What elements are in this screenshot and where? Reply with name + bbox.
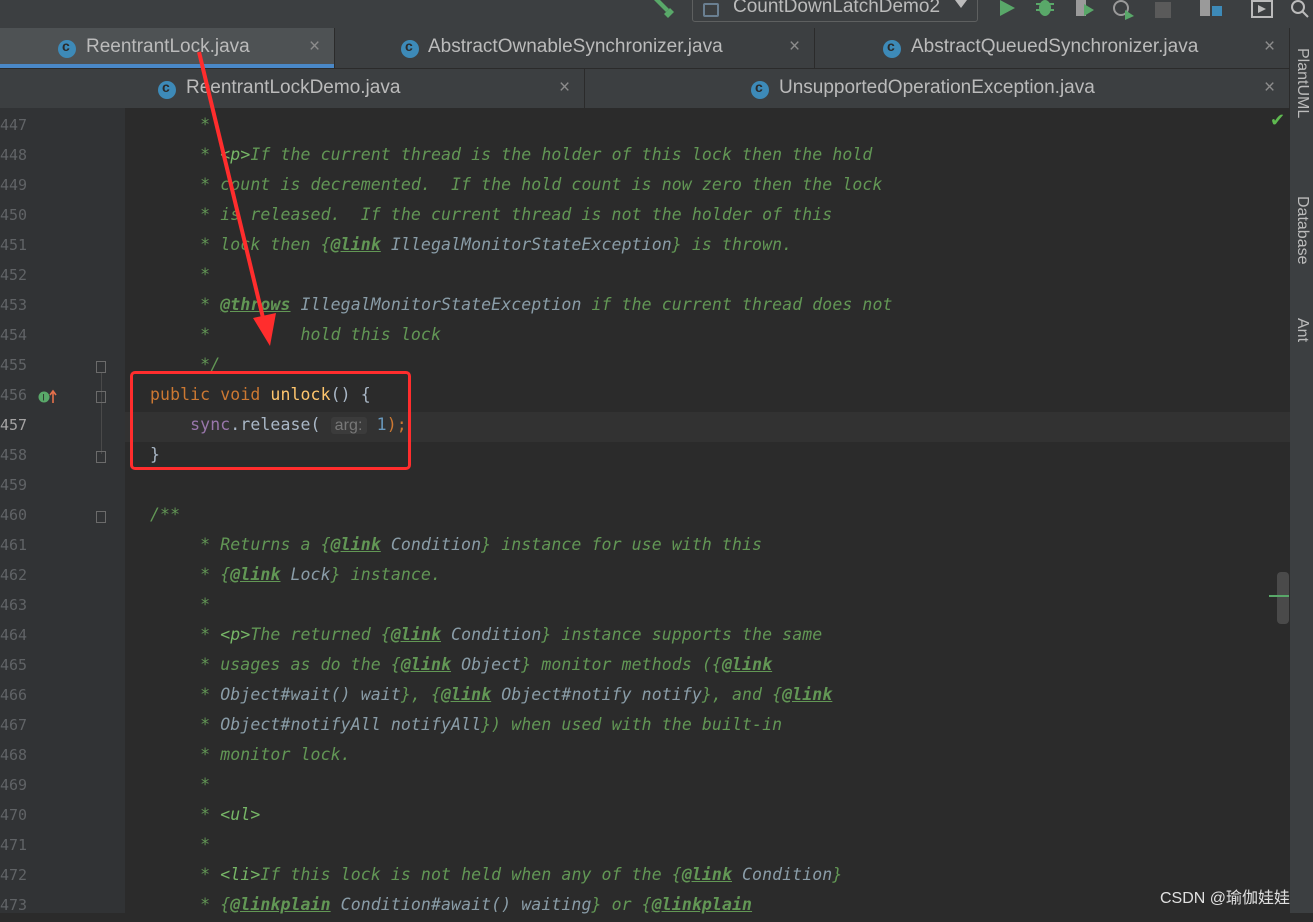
annotation-arrow (197, 51, 276, 346)
watermark: CSDN @瑜伽娃娃 (1160, 890, 1291, 907)
